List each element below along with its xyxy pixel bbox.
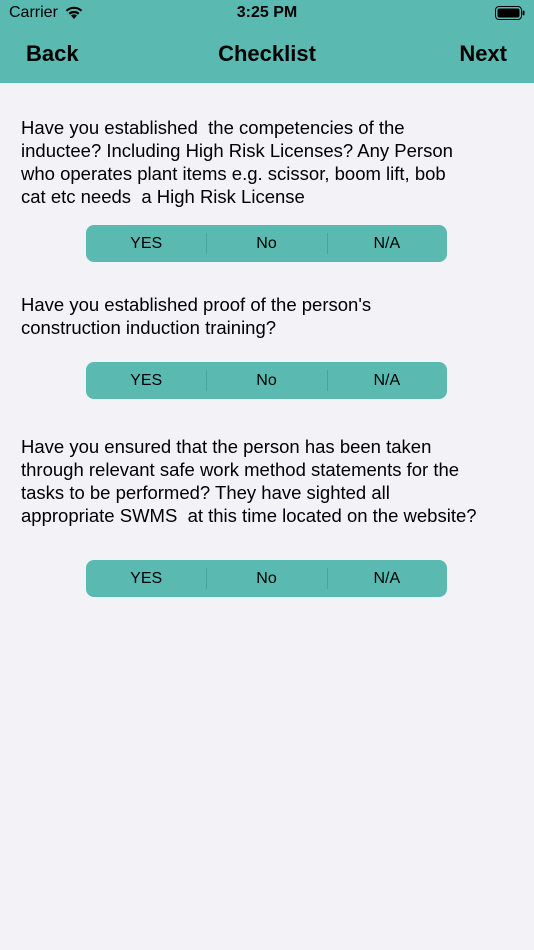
next-button[interactable]: Next: [459, 41, 507, 67]
question-3-yes-button[interactable]: YES: [86, 560, 206, 597]
question-3-options: YES No N/A: [86, 560, 447, 597]
question-3-text: Have you ensured that the person has bee…: [21, 436, 477, 526]
page-title: Checklist: [218, 41, 316, 66]
battery-icon: [495, 6, 525, 26]
question-2-yes-button[interactable]: YES: [86, 362, 206, 399]
navigation-bar: Carrier 3:25 PM Back Checklist Next: [0, 0, 534, 83]
question-2-text: Have you established proof of the person…: [21, 294, 372, 338]
question-2-no-button[interactable]: No: [206, 362, 326, 399]
status-bar: Carrier 3:25 PM: [0, 0, 534, 28]
question-1-text: Have you established the competencies of…: [21, 117, 453, 207]
status-time: 3:25 PM: [236, 4, 298, 21]
question-2-options: YES No N/A: [86, 362, 447, 399]
question-2-na-button[interactable]: N/A: [326, 362, 447, 399]
question-1-options: YES No N/A: [86, 225, 447, 262]
question-3-na-button[interactable]: N/A: [326, 560, 447, 597]
question-1-yes-button[interactable]: YES: [86, 225, 206, 262]
question-3-no-button[interactable]: No: [206, 560, 326, 597]
question-1-na-button[interactable]: N/A: [326, 225, 447, 262]
question-1-no-button[interactable]: No: [206, 225, 326, 262]
